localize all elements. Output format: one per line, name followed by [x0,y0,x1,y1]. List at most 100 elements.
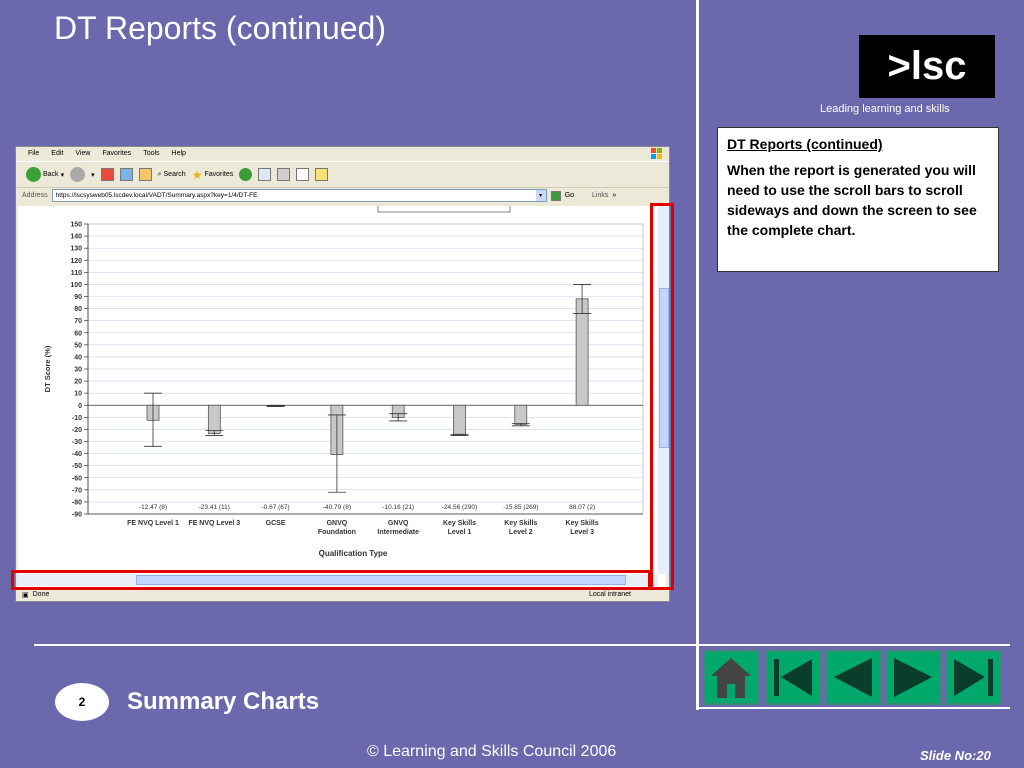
stop-icon[interactable] [100,168,114,181]
y-tick-label: 70 [74,318,82,325]
bar [453,404,466,436]
last-slide-button[interactable] [946,650,1001,705]
previous-slide-icon [834,658,872,697]
y-tick-label: 10 [74,391,82,398]
home-icon [711,658,751,698]
y-tick-label: 80 [74,306,82,313]
forward-button[interactable] [70,167,86,182]
y-tick-label: 40 [74,354,82,361]
menu-file[interactable]: File [28,150,39,161]
category-label: FE NVQ Level 3 [188,520,240,527]
y-tick-label: 90 [74,294,82,301]
back-arrow-icon [26,167,41,182]
slide-number: Slide No:20 [920,748,991,763]
back-button[interactable]: Back ▾ [26,167,64,182]
value-label: -15.85 (269) [503,504,538,511]
previous-slide-button[interactable] [826,650,881,705]
go-arrow-icon[interactable] [550,190,561,201]
mail-icon[interactable] [258,168,272,181]
home-browser-icon[interactable] [138,168,152,181]
menu-favorites[interactable]: Favorites [102,150,131,161]
y-tick-label: -90 [72,512,82,519]
forward-dropdown-icon[interactable]: ▾ [91,171,95,179]
menu-bar: File Edit View Favorites Tools Help [16,147,669,161]
favorites-label: Favorites [204,171,234,178]
next-slide-icon [894,658,932,697]
bar [514,404,528,425]
category-label: Key Skills [566,520,599,527]
category-label: GNVQ [388,520,409,527]
back-dropdown-icon[interactable]: ▾ [61,171,65,179]
y-tick-label: -10 [72,415,82,422]
slide-title: DT Reports (continued) [54,10,386,46]
home-nav-button[interactable] [704,650,759,705]
edit-icon[interactable] [296,168,310,181]
copyright-footer: © Learning and Skills Council 2006 [367,743,617,760]
windows-logo-icon [651,148,662,159]
page-content: 150 140 130 120 110 100 90 80 70 60 50 40 30 20 10 0 -10… [18,206,669,588]
logo-tagline: Leading learning and skills [820,103,950,115]
category-label: Key Skills [504,520,537,527]
links-chevron-icon[interactable]: » [612,192,616,199]
category-label: Key Skills [443,520,476,527]
value-label: -40.79 (8) [323,504,351,511]
bar [207,404,221,434]
address-input[interactable]: https://lscsysweb05.lscdev.local/VADT/Su… [51,189,547,202]
favorites-button[interactable]: ★ Favorites [192,168,234,182]
menu-view[interactable]: View [75,150,90,161]
url-text: https://lscsysweb05.lscdev.local/VADT/Su… [55,192,258,199]
search-icon: ⌕ [157,170,162,178]
address-dropdown-icon[interactable]: ▾ [535,190,546,201]
menu-edit[interactable]: Edit [51,150,63,161]
bar [575,298,589,406]
category-label: GNVQ [327,520,348,527]
menu-tools[interactable]: Tools [143,150,159,161]
menu-help[interactable]: Help [172,150,186,161]
y-tick-label: -50 [72,463,82,470]
category-label: Level 3 [570,529,594,536]
y-tick-label: 50 [74,342,82,349]
address-bar: Address https://lscsysweb05.lscdev.local… [16,187,669,203]
y-tick-label: -70 [72,487,82,494]
y-tick-label: 130 [70,246,82,253]
status-bar: ▣ Done Local intranet [16,588,669,601]
y-tick-label: 60 [74,330,82,337]
notes-icon[interactable] [315,168,329,181]
category-label: Intermediate [377,529,419,536]
value-label: 88.07 (2) [569,504,595,511]
lsc-logo: >lsc [859,35,995,98]
links-button[interactable]: Links [592,192,608,199]
category-label: GCSE [266,520,286,527]
y-tick-label: 150 [70,222,82,229]
y-tick-label: 100 [70,282,82,289]
vertical-scrollbar-highlight [650,203,674,590]
search-button[interactable]: ⌕ Search [158,171,186,179]
y-tick-label: 120 [70,258,82,265]
value-label: -23.41 (11) [199,504,230,511]
y-tick-label: -40 [72,451,82,458]
value-label: -0.67 (67) [262,504,290,511]
value-label: -10.16 (21) [382,504,414,511]
first-slide-button[interactable] [766,650,821,705]
history-icon[interactable] [239,168,253,181]
horizontal-divider [34,644,1010,646]
instruction-textbox: DT Reports (continued) When the report i… [717,127,999,272]
refresh-icon[interactable] [119,168,133,181]
next-slide-button[interactable] [886,650,941,705]
page-status-icon: ▣ [22,592,29,599]
section-number-badge: 2 [55,683,109,721]
go-button[interactable]: Go [565,192,574,199]
category-label: Level 1 [448,529,472,536]
y-tick-label: -80 [72,499,82,506]
nav-underline [696,707,1010,709]
textbox-body: When the report is generated you will ne… [727,162,977,238]
print-icon[interactable] [277,168,291,181]
y-tick-label: 140 [70,234,82,241]
y-tick-label: 20 [74,379,82,386]
last-slide-icon [954,659,993,696]
section-title: Summary Charts [127,688,320,715]
search-label: Search [163,171,186,178]
x-axis-label: Qualification Type [319,549,388,558]
y-tick-label: -60 [72,475,82,482]
back-label: Back [43,171,59,178]
